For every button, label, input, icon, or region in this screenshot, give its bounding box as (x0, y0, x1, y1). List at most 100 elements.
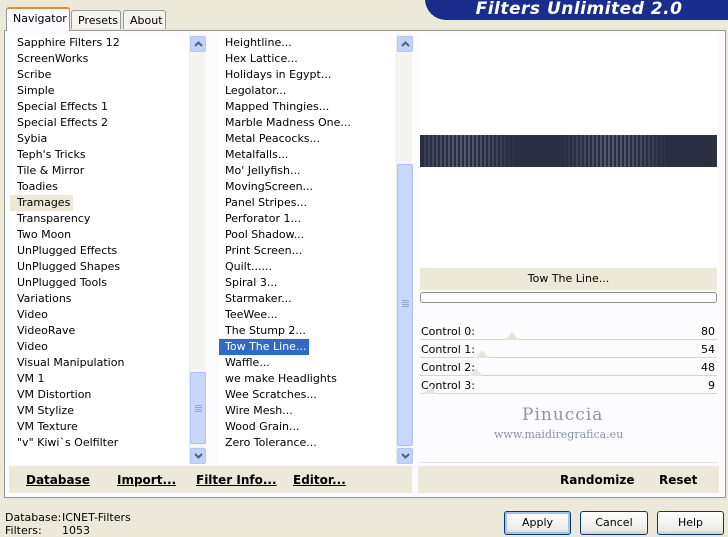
list-item[interactable]: UnPlugged Effects (10, 243, 120, 259)
list-item[interactable]: Simple (10, 83, 58, 99)
preview-stripe (592, 135, 594, 167)
list-item[interactable]: Pool Shadow... (219, 227, 307, 243)
list-item[interactable]: TeeWee... (219, 307, 281, 323)
preview-stripe (480, 135, 482, 167)
control-slider-thumb[interactable] (475, 350, 490, 358)
category-scroll-thumb[interactable] (190, 372, 206, 444)
scroll-down-button[interactable] (190, 448, 206, 464)
list-item[interactable]: VM 1 (10, 371, 48, 387)
category-list[interactable]: Sapphire Filters 12 ScreenWorks Scribe Simp… (10, 34, 188, 464)
preview-stripe (560, 135, 562, 167)
list-item[interactable]: Transparency (10, 211, 93, 227)
list-item[interactable]: Toadies (10, 179, 61, 195)
list-item[interactable]: Tramages (10, 195, 74, 211)
list-item[interactable]: Marble Madness One... (219, 115, 354, 131)
import-button[interactable]: Import... (117, 473, 176, 487)
control-row[interactable]: Control 1: 54 (420, 341, 717, 358)
list-item[interactable]: VM Stylize (10, 403, 77, 419)
list-item[interactable]: Sybia (10, 131, 50, 147)
chevron-up-icon (400, 41, 410, 47)
list-item[interactable]: Perforator 1... (219, 211, 304, 227)
list-item[interactable]: Scribe (10, 67, 54, 83)
filter-scroll-thumb[interactable] (397, 164, 413, 446)
scroll-down-button[interactable] (397, 448, 413, 464)
list-item[interactable]: Mapped Thingies... (219, 99, 332, 115)
preview-stripe (584, 135, 586, 167)
list-item[interactable]: Holidays in Egypt... (219, 67, 334, 83)
list-item[interactable]: UnPlugged Tools (10, 275, 110, 291)
category-scrollbar[interactable] (189, 34, 206, 464)
control-row[interactable]: Control 0: 80 (420, 323, 717, 340)
control-label: Control 0: (421, 325, 475, 338)
list-item[interactable]: Wood Grain... (219, 419, 302, 435)
list-item[interactable]: "v" Kiwi`s Oelfilter (10, 435, 121, 451)
list-item[interactable]: Panel Stripes... (219, 195, 310, 211)
list-item[interactable]: Tow The Line... (219, 338, 311, 356)
list-item[interactable]: Variations (10, 291, 75, 307)
list-item[interactable]: Quilt...... (219, 259, 275, 275)
list-item[interactable]: Print Screen... (219, 243, 305, 259)
tab-presets[interactable]: Presets (71, 10, 121, 29)
control-slider-track[interactable] (420, 375, 717, 376)
list-item[interactable]: Tile & Mirror (10, 163, 87, 179)
filter-list[interactable]: Heightline... Hex Lattice... Holidays in E… (219, 34, 395, 464)
apply-button[interactable]: Apply (504, 511, 571, 535)
list-item[interactable]: Wee Scratches... (219, 387, 320, 403)
editor-button[interactable]: Editor... (293, 473, 346, 487)
scroll-up-button[interactable] (397, 36, 413, 52)
list-item[interactable]: Spiral 3... (219, 275, 280, 291)
control-slider-thumb[interactable] (423, 386, 438, 394)
randomize-button[interactable]: Randomize (560, 473, 634, 487)
reset-button[interactable]: Reset (659, 473, 697, 487)
list-item[interactable]: Heightline... (219, 35, 295, 51)
scroll-up-button[interactable] (190, 36, 206, 52)
preview-stripe (464, 135, 466, 167)
cancel-button[interactable]: Cancel (580, 511, 648, 535)
list-item[interactable]: VM Texture (10, 419, 81, 435)
list-item[interactable]: Sapphire Filters 12 (10, 35, 123, 51)
control-slider-thumb[interactable] (505, 332, 520, 340)
list-item[interactable]: we make Headlights (219, 371, 340, 387)
list-item[interactable]: Waffle... (219, 355, 273, 371)
preview-stripe (636, 135, 638, 167)
list-item[interactable]: Metalfalls... (219, 147, 291, 163)
list-item[interactable]: VM Distortion (10, 387, 94, 403)
preview-stripe (716, 135, 717, 167)
list-item[interactable]: The Stump 2... (219, 323, 309, 339)
tab-navigator[interactable]: Navigator (6, 7, 70, 31)
list-item[interactable]: Video (10, 307, 51, 323)
control-row[interactable]: Control 2: 48 (420, 359, 717, 376)
preview-stripe (648, 135, 650, 167)
list-item[interactable]: UnPlugged Shapes (10, 259, 123, 275)
list-item[interactable]: VideoRave (10, 323, 78, 339)
tab-about[interactable]: About (123, 10, 166, 29)
list-item[interactable]: Teph's Tricks (10, 147, 89, 163)
list-item[interactable]: Visual Manipulation (10, 355, 127, 371)
control-slider-track[interactable] (420, 357, 717, 358)
list-item[interactable]: Special Effects 1 (10, 99, 111, 115)
control-slider-thumb[interactable] (469, 368, 484, 376)
list-item[interactable]: Special Effects 2 (10, 115, 111, 131)
preview-stripe (472, 135, 474, 167)
preview-stripe (632, 135, 634, 167)
preview-stripe (496, 135, 498, 167)
list-item[interactable]: MovingScreen... (219, 179, 316, 195)
list-item[interactable]: Two Moon (10, 227, 74, 243)
control-row[interactable]: Control 3: 9 (420, 377, 717, 394)
selected-filter-name: Tow The Line... (420, 268, 717, 290)
list-item[interactable]: Legolator... (219, 83, 289, 99)
filter-scrollbar[interactable] (396, 34, 413, 464)
preview-stripe (508, 135, 510, 167)
control-slider-track[interactable] (420, 339, 717, 340)
list-item[interactable]: Zero Tolerance... (219, 435, 320, 451)
list-item[interactable]: Wire Mesh... (219, 403, 296, 419)
list-item[interactable]: Mo' Jellyfish... (219, 163, 304, 179)
list-item[interactable]: Video (10, 339, 51, 355)
list-item[interactable]: Metal Peacocks... (219, 131, 323, 147)
database-button[interactable]: Database (26, 473, 90, 487)
list-item[interactable]: ScreenWorks (10, 51, 91, 67)
filter-info-button[interactable]: Filter Info... (196, 473, 277, 487)
list-item[interactable]: Hex Lattice... (219, 51, 301, 67)
list-item[interactable]: Starmaker... (219, 291, 295, 307)
help-button[interactable]: Help (657, 511, 724, 535)
